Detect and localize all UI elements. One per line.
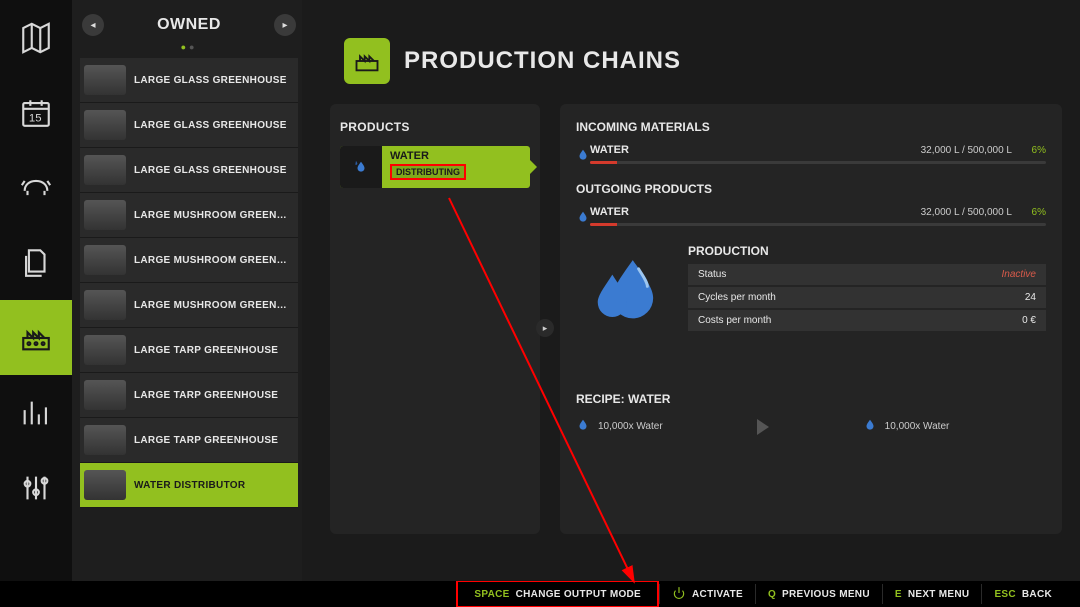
owned-page-dots: ●●	[80, 42, 298, 52]
owned-thumb	[84, 335, 126, 365]
recipe-input: 10,000x Water	[576, 418, 663, 435]
owned-item[interactable]: LARGE GLASS GREENHOUSE	[80, 103, 298, 148]
production-chains-icon	[344, 38, 390, 84]
rail-stats[interactable]	[0, 375, 72, 450]
production-title: PRODUCTION	[688, 244, 1046, 258]
rail-animals[interactable]	[0, 150, 72, 225]
water-drop-icon	[576, 148, 590, 167]
owned-item-label: LARGE GLASS GREENHOUSE	[134, 75, 298, 86]
content-area: PRODUCTION CHAINS PRODUCTS WATER DISTRIB…	[302, 0, 1080, 581]
product-item-water[interactable]: WATER DISTRIBUTING	[340, 146, 530, 188]
rail-production[interactable]	[0, 300, 72, 375]
products-panel: PRODUCTS WATER DISTRIBUTING ▸	[330, 104, 540, 534]
owned-item-label: LARGE GLASS GREENHOUSE	[134, 165, 298, 176]
outgoing-pct: 6%	[1020, 207, 1046, 218]
left-nav-rail: 15	[0, 0, 72, 581]
owned-thumb	[84, 65, 126, 95]
water-drop-icon	[340, 146, 382, 188]
owned-column: ◂ OWNED ▸ ●● LARGE GLASS GREENHOUSELARGE…	[72, 0, 302, 581]
owned-item[interactable]: WATER DISTRIBUTOR	[80, 463, 298, 508]
owned-item[interactable]: LARGE MUSHROOM GREEN…	[80, 283, 298, 328]
outgoing-name: WATER	[590, 206, 913, 218]
production-row-costs: Costs per month 0 €	[688, 310, 1046, 331]
owned-item-label: LARGE TARP GREENHOUSE	[134, 435, 298, 446]
footer-bar: SPACE CHANGE OUTPUT MODE ACTIVATE Q PREV…	[0, 581, 1080, 607]
owned-item[interactable]: LARGE TARP GREENHOUSE	[80, 328, 298, 373]
rail-documents[interactable]	[0, 225, 72, 300]
incoming-title: INCOMING MATERIALS	[576, 120, 1046, 134]
owned-item[interactable]: LARGE TARP GREENHOUSE	[80, 418, 298, 463]
owned-item[interactable]: LARGE MUSHROOM GREEN…	[80, 238, 298, 283]
incoming-name: WATER	[590, 144, 913, 156]
owned-thumb	[84, 245, 126, 275]
footer-back[interactable]: ESC BACK	[981, 584, 1064, 604]
rail-map[interactable]	[0, 0, 72, 75]
owned-item-label: LARGE TARP GREENHOUSE	[134, 345, 298, 356]
recipe-output: 10,000x Water	[863, 418, 950, 435]
recipe-title: RECIPE: WATER	[576, 392, 1046, 406]
owned-item-label: LARGE GLASS GREENHOUSE	[134, 120, 298, 131]
page-title: PRODUCTION CHAINS	[404, 47, 681, 75]
footer-previous-menu[interactable]: Q PREVIOUS MENU	[755, 584, 882, 604]
owned-thumb	[84, 155, 126, 185]
owned-thumb	[84, 425, 126, 455]
products-title: PRODUCTS	[340, 120, 530, 134]
footer-change-output[interactable]: SPACE CHANGE OUTPUT MODE	[462, 584, 653, 604]
svg-text:15: 15	[29, 112, 42, 124]
product-status: DISTRIBUTING	[390, 164, 466, 180]
owned-prev-button[interactable]: ◂	[82, 14, 104, 36]
owned-list: LARGE GLASS GREENHOUSE LARGE GLASS GREENH…	[80, 58, 298, 571]
owned-item-label: LARGE TARP GREENHOUSE	[134, 390, 298, 401]
owned-item-label: LARGE MUSHROOM GREEN…	[134, 255, 298, 266]
outgoing-value: 32,000 L / 500,000 L	[921, 207, 1012, 218]
owned-thumb	[84, 200, 126, 230]
water-drop-icon	[576, 210, 590, 229]
owned-item[interactable]: LARGE GLASS GREENHOUSE	[80, 58, 298, 103]
annotation-highlight-footer: SPACE CHANGE OUTPUT MODE	[456, 580, 659, 607]
incoming-bar	[590, 161, 1046, 164]
owned-item-label: WATER DISTRIBUTOR	[134, 480, 298, 491]
owned-item[interactable]: LARGE TARP GREENHOUSE	[80, 373, 298, 418]
owned-thumb	[84, 380, 126, 410]
outgoing-title: OUTGOING PRODUCTS	[576, 182, 1046, 196]
panel-expand-arrow[interactable]: ▸	[536, 319, 554, 337]
big-water-icon	[576, 244, 672, 342]
rail-settings[interactable]	[0, 450, 72, 525]
owned-thumb	[84, 110, 126, 140]
rail-calendar[interactable]: 15	[0, 75, 72, 150]
production-row-cycles: Cycles per month 24	[688, 287, 1046, 308]
product-name: WATER	[390, 150, 522, 162]
owned-thumb	[84, 290, 126, 320]
footer-activate[interactable]: ACTIVATE	[659, 584, 755, 604]
owned-title: OWNED	[157, 16, 221, 34]
production-row-status: Status Inactive	[688, 264, 1046, 285]
owned-thumb	[84, 470, 126, 500]
incoming-pct: 6%	[1020, 145, 1046, 156]
recipe-arrow-icon	[757, 419, 769, 435]
owned-item[interactable]: LARGE MUSHROOM GREEN…	[80, 193, 298, 238]
owned-next-button[interactable]: ▸	[274, 14, 296, 36]
owned-item-label: LARGE MUSHROOM GREEN…	[134, 300, 298, 311]
incoming-value: 32,000 L / 500,000 L	[921, 145, 1012, 156]
outgoing-bar	[590, 223, 1046, 226]
details-panel: INCOMING MATERIALS WATER 32,000 L / 500,…	[560, 104, 1062, 534]
owned-item-label: LARGE MUSHROOM GREEN…	[134, 210, 298, 221]
owned-item[interactable]: LARGE GLASS GREENHOUSE	[80, 148, 298, 193]
footer-next-menu[interactable]: E NEXT MENU	[882, 584, 982, 604]
